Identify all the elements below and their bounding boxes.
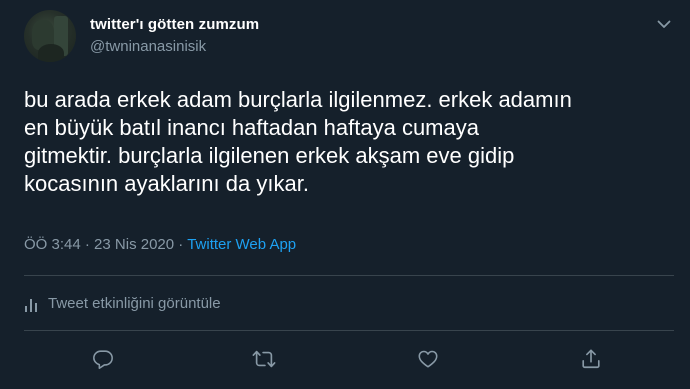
divider bbox=[24, 275, 674, 276]
tweet-meta: ÖÖ 3:44 · 23 Nis 2020 · Twitter Web App bbox=[24, 236, 296, 253]
display-name[interactable]: twitter'ı götten zumzum bbox=[90, 16, 259, 33]
tweet-text: bu arada erkek adam burçlarla ilgilenmez… bbox=[24, 87, 572, 196]
reply-icon bbox=[92, 348, 114, 370]
tweet-source-link[interactable]: Twitter Web App bbox=[187, 236, 296, 253]
tweet-time[interactable]: ÖÖ 3:44 bbox=[24, 236, 81, 253]
meta-separator: · bbox=[178, 236, 184, 253]
view-activity-label: Tweet etkinliğini görüntüle bbox=[48, 295, 221, 312]
view-activity-link[interactable]: Tweet etkinliğini görüntüle bbox=[24, 295, 221, 312]
reply-button[interactable] bbox=[88, 344, 118, 374]
divider bbox=[24, 330, 674, 331]
avatar-photo-shape bbox=[38, 44, 64, 62]
avatar[interactable] bbox=[24, 10, 76, 62]
chevron-down-icon[interactable] bbox=[652, 14, 676, 34]
bar-chart-icon bbox=[24, 296, 40, 312]
retweet-icon bbox=[252, 348, 276, 370]
like-button[interactable] bbox=[413, 344, 443, 374]
tweet-date[interactable]: 23 Nis 2020 bbox=[94, 236, 174, 253]
share-icon bbox=[580, 348, 602, 370]
action-bar bbox=[0, 344, 690, 374]
retweet-button[interactable] bbox=[249, 344, 279, 374]
meta-separator: · bbox=[84, 236, 90, 253]
user-handle[interactable]: @twninanasinisik bbox=[90, 38, 206, 55]
share-button[interactable] bbox=[576, 344, 606, 374]
tweet-card: twitter'ı götten zumzum @twninanasinisik… bbox=[0, 0, 690, 389]
heart-icon bbox=[417, 348, 439, 370]
